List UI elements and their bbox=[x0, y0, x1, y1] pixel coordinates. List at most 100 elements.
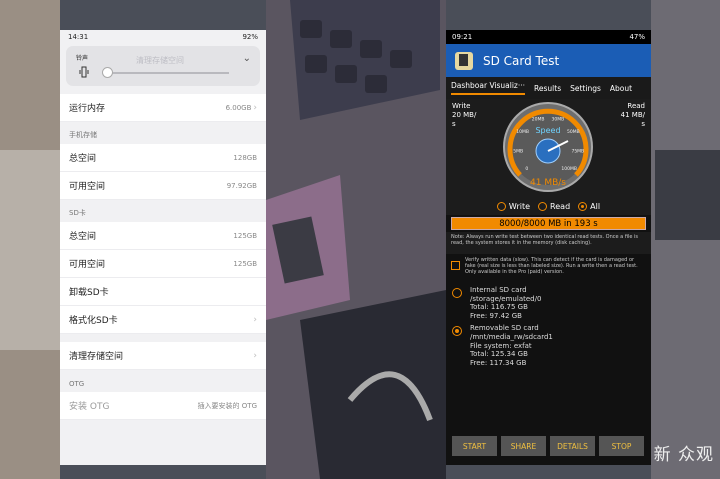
read-value: 41 MB/ bbox=[620, 111, 645, 119]
sd-total-value: 125GB bbox=[233, 231, 257, 240]
write-unit: s bbox=[452, 120, 456, 128]
tab-dashboard[interactable]: Dashboar Visualiz··· bbox=[451, 81, 526, 95]
app-title: SD Card Test bbox=[483, 53, 560, 68]
section-otg: OTG bbox=[69, 380, 85, 388]
tab-bar: Dashboar Visualiz··· Results Settings Ab… bbox=[446, 77, 651, 99]
chevron-right-icon: › bbox=[253, 314, 257, 325]
verify-option[interactable]: Verify written data (slow). This can det… bbox=[446, 254, 651, 282]
left-phone-screen: 14:31 92% 铃声 清理存储空间 ⌄ 运行内存 6.00GB › 手机存储 … bbox=[60, 30, 266, 465]
internal-card-free: Free: 97.42 GB bbox=[470, 311, 522, 320]
sd-total-label: 总空间 bbox=[69, 232, 97, 242]
clean-storage-button[interactable]: 清理存储空间 › bbox=[60, 342, 266, 370]
status-time: 09:21 bbox=[452, 33, 473, 41]
status-bar: 14:31 92% bbox=[60, 30, 266, 44]
radio-read-label: Read bbox=[550, 201, 571, 211]
gauge-tick-label: 100MB bbox=[561, 166, 577, 172]
progress-bar: 8000/8000 MB in 193 s bbox=[451, 217, 646, 230]
chevron-down-icon[interactable]: ⌄ bbox=[243, 53, 251, 64]
gauge-value: 41 MB/s bbox=[530, 178, 566, 188]
read-unit: s bbox=[641, 120, 645, 128]
install-otg-value: 插入要安装的 OTG bbox=[197, 401, 257, 410]
phone-total-row: 总空间 128GB bbox=[60, 144, 266, 172]
internal-card-path: /storage/emulated/0 bbox=[470, 294, 542, 303]
gauge-tick-label: 0 bbox=[525, 166, 528, 172]
start-button[interactable]: START bbox=[452, 436, 497, 456]
verify-text: Verify written data (slow). This can det… bbox=[465, 257, 638, 275]
sd-available-label: 可用空间 bbox=[69, 260, 106, 270]
install-otg-row[interactable]: 安装 OTG 插入要安装的 OTG bbox=[60, 392, 266, 420]
chevron-right-icon: › bbox=[253, 350, 257, 361]
status-time: 14:31 bbox=[68, 33, 89, 41]
sd-available-value: 125GB bbox=[233, 259, 257, 268]
unmount-sd-button[interactable]: 卸载SD卡 bbox=[60, 278, 266, 306]
dashboard-panel: Write 20 MB/ s Read 41 MB/ s 0 5MB 10MB 20M… bbox=[446, 99, 651, 197]
sd-total-row: 总空间 125GB bbox=[60, 222, 266, 250]
app-bar: SD Card Test bbox=[446, 44, 651, 77]
gauge-label: Speed bbox=[535, 126, 560, 135]
internal-card-radio[interactable] bbox=[452, 288, 462, 298]
details-button[interactable]: DETAILS bbox=[550, 436, 595, 456]
sd-card-app-icon bbox=[455, 51, 473, 70]
run-memory-label: 运行内存 bbox=[69, 104, 106, 114]
internal-card-option[interactable]: Internal SD card /storage/emulated/0 Tot… bbox=[446, 286, 651, 320]
gauge-tick-label: 30MB bbox=[552, 117, 565, 123]
read-label: Read bbox=[627, 102, 645, 110]
volume-hint: 清理存储空间 bbox=[136, 56, 184, 65]
verify-checkbox[interactable] bbox=[451, 261, 460, 270]
status-battery: 92% bbox=[242, 33, 258, 41]
removable-card-path: /mnt/media_rw/sdcard1 bbox=[470, 332, 553, 341]
removable-card-option[interactable]: Removable SD card /mnt/media_rw/sdcard1 … bbox=[446, 324, 651, 367]
section-sd-card: SD卡 bbox=[69, 209, 86, 217]
radio-all[interactable]: All bbox=[578, 201, 601, 211]
phone-available-value: 97.92GB bbox=[226, 181, 257, 190]
share-button[interactable]: SHARE bbox=[501, 436, 546, 456]
read-speed: Read 41 MB/ s bbox=[621, 102, 645, 129]
radio-write[interactable]: Write bbox=[496, 201, 531, 211]
tab-results[interactable]: Results bbox=[534, 84, 561, 93]
gauge-tick-label: 50MB bbox=[567, 129, 580, 135]
gauge-tick-label: 10MB bbox=[516, 129, 529, 135]
gauge-tick-label: 5MB bbox=[513, 148, 523, 154]
format-sd-button[interactable]: 格式化SD卡 › bbox=[60, 306, 266, 334]
phone-available-label: 可用空间 bbox=[69, 182, 106, 192]
chevron-right-icon: › bbox=[253, 102, 257, 113]
removable-card-total: Total: 125.34 GB bbox=[470, 350, 528, 359]
radio-read[interactable]: Read bbox=[538, 201, 571, 211]
volume-panel: 铃声 清理存储空间 ⌄ bbox=[66, 46, 260, 86]
gauge-tick-label: 20MB bbox=[532, 117, 545, 123]
phone-total-label: 总空间 bbox=[69, 154, 97, 164]
note-text: Note: Always run write test between two … bbox=[446, 232, 651, 254]
action-buttons: START SHARE DETAILS STOP bbox=[446, 436, 651, 456]
progress-text: 8000/8000 MB in 193 s bbox=[499, 218, 598, 229]
run-memory-value: 6.00GB bbox=[225, 103, 252, 112]
tab-about[interactable]: About bbox=[610, 84, 632, 93]
run-memory-row[interactable]: 运行内存 6.00GB › bbox=[60, 94, 266, 122]
tab-settings[interactable]: Settings bbox=[570, 84, 601, 93]
removable-card-fs: File system: exfat bbox=[470, 341, 532, 350]
removable-card-free: Free: 117.34 GB bbox=[470, 358, 527, 367]
install-otg-label: 安装 OTG bbox=[69, 402, 110, 412]
internal-card-total: Total: 116.75 GB bbox=[470, 303, 528, 312]
vibrate-icon[interactable] bbox=[79, 66, 89, 78]
watermark: 新 众观 bbox=[653, 445, 714, 465]
volume-slider-knob[interactable] bbox=[102, 67, 113, 78]
unmount-sd-label: 卸载SD卡 bbox=[69, 288, 109, 298]
mode-radio-group: Write Read All bbox=[446, 197, 651, 215]
internal-card-title: Internal SD card bbox=[470, 286, 527, 294]
volume-slider[interactable] bbox=[106, 72, 229, 74]
phone-available-row: 可用空间 97.92GB bbox=[60, 172, 266, 200]
removable-card-radio[interactable] bbox=[452, 326, 462, 337]
radio-write-label: Write bbox=[508, 201, 531, 211]
radio-all-label: All bbox=[590, 201, 601, 211]
sd-available-row: 可用空间 125GB bbox=[60, 250, 266, 278]
clean-storage-label: 清理存储空间 bbox=[69, 352, 124, 362]
stop-button[interactable]: STOP bbox=[599, 436, 644, 456]
removable-card-title: Removable SD card bbox=[470, 324, 539, 333]
format-sd-label: 格式化SD卡 bbox=[69, 316, 118, 326]
gauge-tick-label: 75MB bbox=[571, 148, 584, 154]
radio-all-dot bbox=[578, 201, 588, 211]
radio-read-dot bbox=[538, 201, 548, 211]
right-phone-screen: 09:21 47% SD Card Test Dashboar Visualiz… bbox=[446, 30, 651, 465]
section-phone-storage: 手机存储 bbox=[69, 131, 97, 139]
write-value: 20 MB/ bbox=[452, 111, 477, 119]
